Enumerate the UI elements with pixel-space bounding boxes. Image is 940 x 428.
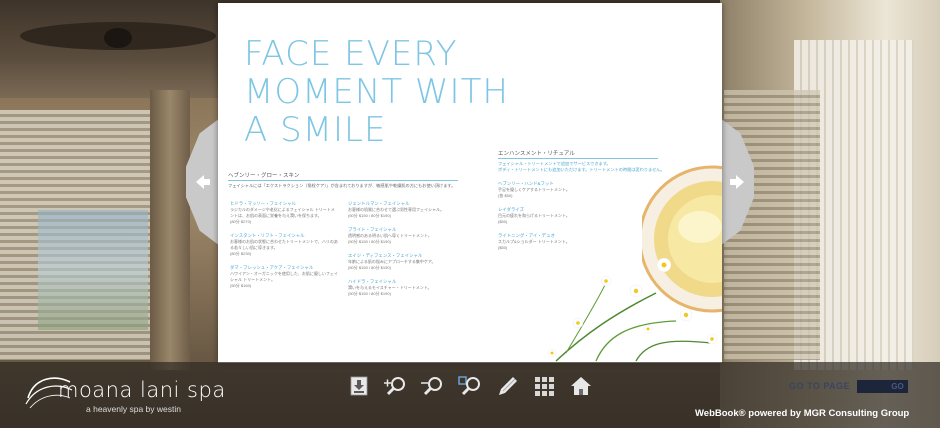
download-button[interactable] <box>346 374 372 398</box>
menu-column-left: ヒドラ・マッソー・フェイシャル ラジカルのダメージや老化によるフェイシャル トリ… <box>230 201 338 291</box>
treatment-price: (80分 $270) <box>230 219 252 224</box>
treatment-price: (50分 $160) <box>230 283 252 288</box>
book-page[interactable]: FACE EVERY MOMENT WITH A SMILE ヘブンリー・グロー… <box>218 3 722 363</box>
treatment-description: ラジカルのダメージや老化によるフェイシャル トリートメントは、お肌の表面に栄養を… <box>230 207 335 218</box>
home-button[interactable] <box>568 374 594 398</box>
download-icon <box>350 376 368 396</box>
section-intro: フェイシャルには「エクストラクション（角栓ケア）」が含まれておりますが、敏感肌や… <box>228 183 456 188</box>
section-title-enhancement: エンハンスメント・リチュアル <box>498 151 575 157</box>
thumbnails-icon <box>535 377 554 396</box>
zoom-out-button[interactable] <box>420 374 446 398</box>
headline-line: MOMENT WITH <box>244 72 509 112</box>
zoom-area-button[interactable] <box>457 374 483 398</box>
treatment-price: (80分 $230) <box>230 251 252 256</box>
zoom-in-button[interactable] <box>383 374 409 398</box>
treatment-price: (50分 $150 / 80分 $190) <box>348 239 391 244</box>
zoom-area-icon <box>458 376 480 396</box>
zoom-out-icon <box>421 377 442 396</box>
powered-by-credit[interactable]: WebBook® powered by MGR Consulting Group <box>695 408 909 419</box>
go-button[interactable]: GO <box>887 380 908 393</box>
background-window-view <box>38 210 148 330</box>
treatment-price: (50分 $150 / 80分 $190) <box>348 291 391 296</box>
pen-button[interactable] <box>494 374 520 398</box>
home-icon <box>571 377 591 395</box>
treatment-price: (50分 $150 / 80分 $190) <box>348 265 391 270</box>
treatment-price: (各 $50) <box>498 193 513 198</box>
logo-tagline: a heavenly spa by westin <box>86 404 181 414</box>
section-title-skin: ヘブンリー・グロー・スキン <box>228 173 300 179</box>
treatment-description: お客様のお肌の状態に合わせたトリートメントで、ハリのある若々しい肌に導きます。 <box>230 239 338 250</box>
go-to-page-label: GO TO PAGE <box>789 381 851 391</box>
headline-line: A SMILE <box>244 110 387 150</box>
section-divider <box>498 158 658 159</box>
menu-column-middle: ジェントルマン・フェイシャル お客様の肌質に合わせて選ぶ男性専用フェイシャル。 … <box>348 201 460 299</box>
thumbnails-button[interactable] <box>531 374 557 398</box>
treatment-description: ハワイアン・オーガニックを使用した、お肌に優しいフェイシャル トリートメント。 <box>230 271 338 282</box>
treatment-price: ($50) <box>498 219 508 224</box>
section-divider <box>228 180 458 181</box>
treatment-price: (50分 $150 / 80分 $190) <box>348 213 391 218</box>
page-headline: FACE EVERY MOMENT WITH A SMILE <box>244 35 574 149</box>
viewer-tools <box>346 374 594 398</box>
arrow-left-icon <box>196 175 210 189</box>
logo-name: moana lani spa <box>58 378 226 402</box>
arrow-right-icon <box>730 175 744 189</box>
headline-line: FACE EVERY <box>244 34 458 74</box>
background-column <box>150 90 190 370</box>
go-to-page-input[interactable] <box>857 380 887 393</box>
chamomile-flowers-image <box>547 257 718 362</box>
previous-page-button[interactable] <box>186 118 220 246</box>
pen-icon <box>499 377 517 395</box>
moana-lani-spa-logo[interactable]: moana lani spa a heavenly spa by westin <box>24 368 226 424</box>
zoom-in-icon <box>384 377 405 396</box>
ceiling-fan-image <box>20 22 216 50</box>
